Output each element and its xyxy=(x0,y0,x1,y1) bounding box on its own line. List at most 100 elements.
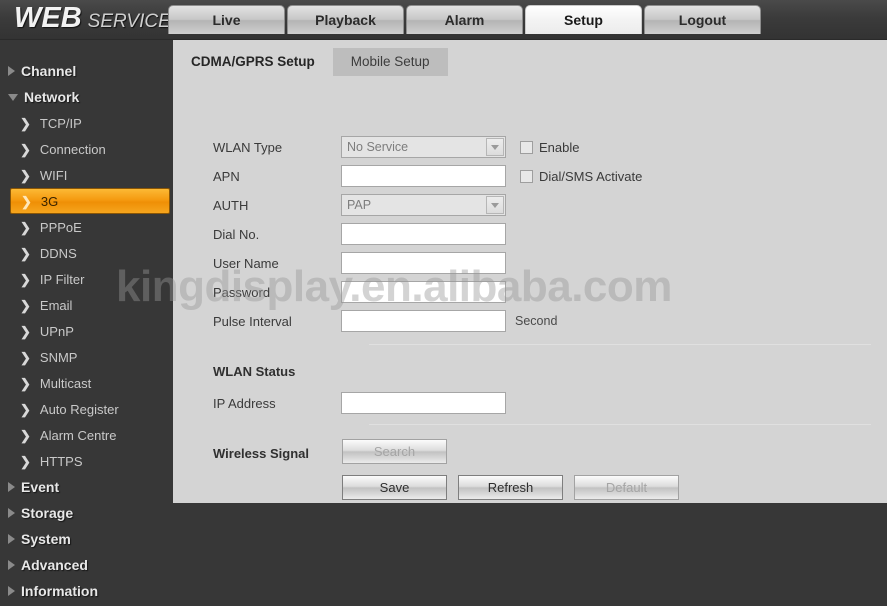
apn-input[interactable] xyxy=(341,165,506,187)
sidebar-item-ddns[interactable]: ❯ DDNS xyxy=(10,240,170,266)
chevron-right-icon: ❯ xyxy=(20,297,31,313)
search-button[interactable]: Search xyxy=(342,439,447,464)
sidebar-item-multicast[interactable]: ❯ Multicast xyxy=(10,370,170,396)
sidebar-item-upnp[interactable]: ❯ UPnP xyxy=(10,318,170,344)
sidebar-item-label: WIFI xyxy=(39,167,68,183)
refresh-button[interactable]: Refresh xyxy=(458,475,563,500)
sidebar-item-alarm-centre[interactable]: ❯ Alarm Centre xyxy=(10,422,170,448)
chevron-right-icon: ❯ xyxy=(20,167,31,183)
sidebar-item-label: SNMP xyxy=(39,349,78,365)
field-row-ip-address: IP Address xyxy=(213,392,506,414)
nav-tab-playback[interactable]: Playback xyxy=(287,5,404,34)
save-button[interactable]: Save xyxy=(342,475,447,500)
wlan-type-select[interactable]: No Service xyxy=(341,136,506,158)
chevron-down-icon[interactable] xyxy=(486,138,504,156)
sidebar-item-tcpip[interactable]: ❯ TCP/IP xyxy=(10,110,170,136)
wireless-signal-heading: Wireless Signal xyxy=(213,446,309,461)
ip-address-label: IP Address xyxy=(213,395,276,411)
sidebar-item-ip-filter[interactable]: ❯ IP Filter xyxy=(10,266,170,292)
chevron-right-icon xyxy=(8,560,15,570)
pulse-interval-input[interactable] xyxy=(341,310,506,332)
sidebar-item-snmp[interactable]: ❯ SNMP xyxy=(10,344,170,370)
sidebar-item-label: Alarm Centre xyxy=(39,427,117,443)
sidebar-group-label: System xyxy=(21,531,71,547)
chevron-right-icon: ❯ xyxy=(20,323,31,339)
pulse-interval-unit-label: Second xyxy=(515,314,558,328)
nav-tab-alarm[interactable]: Alarm xyxy=(406,5,523,34)
sidebar-group-information[interactable]: Information xyxy=(0,578,173,604)
field-row-pulse-interval: Pulse Interval Second xyxy=(213,310,557,332)
cdma-gprs-panel: WLAN Type No Service Enable APN Dial/SMS… xyxy=(173,76,887,503)
sidebar-item-label: Connection xyxy=(39,141,106,157)
main-nav-tabs: Live Playback Alarm Setup Logout xyxy=(168,5,761,34)
chevron-right-icon: ❯ xyxy=(20,271,31,287)
chevron-right-icon xyxy=(8,482,15,492)
field-row-user-name: User Name xyxy=(213,252,506,274)
sidebar-item-label: Email xyxy=(39,297,73,313)
field-row-dial-no: Dial No. xyxy=(213,223,506,245)
sidebar-item-label: HTTPS xyxy=(39,453,83,469)
sidebar-item-label: TCP/IP xyxy=(39,115,82,131)
nav-tab-setup[interactable]: Setup xyxy=(525,5,642,34)
sidebar-item-label: UPnP xyxy=(39,323,74,339)
sidebar-item-label: IP Filter xyxy=(39,271,85,287)
chevron-right-icon: ❯ xyxy=(20,401,31,417)
enable-checkbox[interactable]: Enable xyxy=(520,140,579,155)
user-name-input[interactable] xyxy=(341,252,506,274)
sidebar-item-connection[interactable]: ❯ Connection xyxy=(10,136,170,162)
sidebar-group-network[interactable]: Network xyxy=(0,84,173,110)
dial-no-label: Dial No. xyxy=(213,226,260,242)
chevron-right-icon xyxy=(8,508,15,518)
chevron-right-icon: ❯ xyxy=(20,427,31,443)
sidebar-group-label: Event xyxy=(21,479,60,495)
sidebar-item-pppoe[interactable]: ❯ PPPoE xyxy=(10,214,170,240)
sidebar-item-label: PPPoE xyxy=(39,219,82,235)
checkbox-box xyxy=(520,140,533,154)
ip-address-input[interactable] xyxy=(341,392,506,414)
sidebar-item-email[interactable]: ❯ Email xyxy=(10,292,170,318)
default-button[interactable]: Default xyxy=(574,475,679,500)
logo-service-text: SERVICE xyxy=(87,11,171,32)
sidebar: Channel Network ❯ TCP/IP ❯ Connection ❯ … xyxy=(0,40,173,606)
chevron-right-icon: ❯ xyxy=(20,245,31,261)
sidebar-item-auto-register[interactable]: ❯ Auto Register xyxy=(10,396,170,422)
chevron-right-icon: ❯ xyxy=(20,115,31,131)
dial-sms-activate-checkbox[interactable]: Dial/SMS Activate xyxy=(520,169,642,184)
dial-no-input[interactable] xyxy=(341,223,506,245)
sidebar-group-channel[interactable]: Channel xyxy=(0,58,173,84)
wlan-status-heading: WLAN Status xyxy=(213,364,296,379)
chevron-right-icon: ❯ xyxy=(20,453,31,469)
user-name-label: User Name xyxy=(213,255,279,271)
sidebar-item-3g[interactable]: ❯ 3G xyxy=(10,188,170,214)
sidebar-group-event[interactable]: Event xyxy=(0,474,173,500)
tab-cdma-gprs-setup[interactable]: CDMA/GPRS Setup xyxy=(173,48,333,76)
sidebar-item-wifi[interactable]: ❯ WIFI xyxy=(10,162,170,188)
sidebar-group-label: Information xyxy=(21,583,98,599)
nav-tab-live[interactable]: Live xyxy=(168,5,285,34)
auth-label: AUTH xyxy=(213,197,249,213)
sidebar-group-label: Advanced xyxy=(21,557,88,573)
pulse-interval-label: Pulse Interval xyxy=(213,313,292,329)
field-row-wlan-type: WLAN Type No Service Enable xyxy=(213,136,579,158)
section-divider xyxy=(369,424,871,425)
password-input[interactable] xyxy=(341,281,506,303)
sidebar-group-advanced[interactable]: Advanced xyxy=(0,552,173,578)
chevron-right-icon xyxy=(8,586,15,596)
app-header: WEB SERVICE Live Playback Alarm Setup Log… xyxy=(0,0,887,40)
app-logo: WEB SERVICE xyxy=(14,2,171,35)
sidebar-item-https[interactable]: ❯ HTTPS xyxy=(10,448,170,474)
tab-mobile-setup[interactable]: Mobile Setup xyxy=(332,48,448,76)
chevron-right-icon: ❯ xyxy=(20,141,31,157)
enable-label: Enable xyxy=(539,139,580,155)
nav-tab-logout[interactable]: Logout xyxy=(644,5,761,34)
chevron-down-icon[interactable] xyxy=(486,196,504,214)
auth-select[interactable]: PAP xyxy=(341,194,506,216)
sidebar-group-system[interactable]: System xyxy=(0,526,173,552)
sidebar-group-storage[interactable]: Storage xyxy=(0,500,173,526)
sidebar-item-label: Multicast xyxy=(39,375,92,391)
sidebar-item-label: DDNS xyxy=(39,245,77,261)
password-label: Password xyxy=(213,284,271,300)
sidebar-group-channel-label: Channel xyxy=(21,63,77,79)
chevron-right-icon: ❯ xyxy=(20,375,31,391)
sidebar-item-label: Auto Register xyxy=(39,401,119,417)
